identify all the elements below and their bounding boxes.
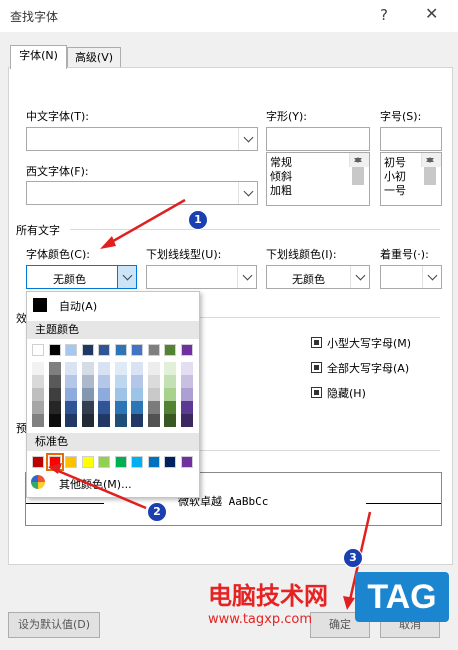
annotation-marker-2: 2	[147, 502, 167, 522]
annotation-arrows	[48, 198, 372, 610]
annotation-marker-3: 3	[343, 548, 363, 568]
watermark-url: www.tagxp.com	[208, 612, 312, 627]
annotation-marker-1: 1	[188, 210, 208, 230]
watermark-logo: TAG	[355, 572, 449, 622]
watermark-site-name: 电脑技术网	[208, 582, 328, 610]
